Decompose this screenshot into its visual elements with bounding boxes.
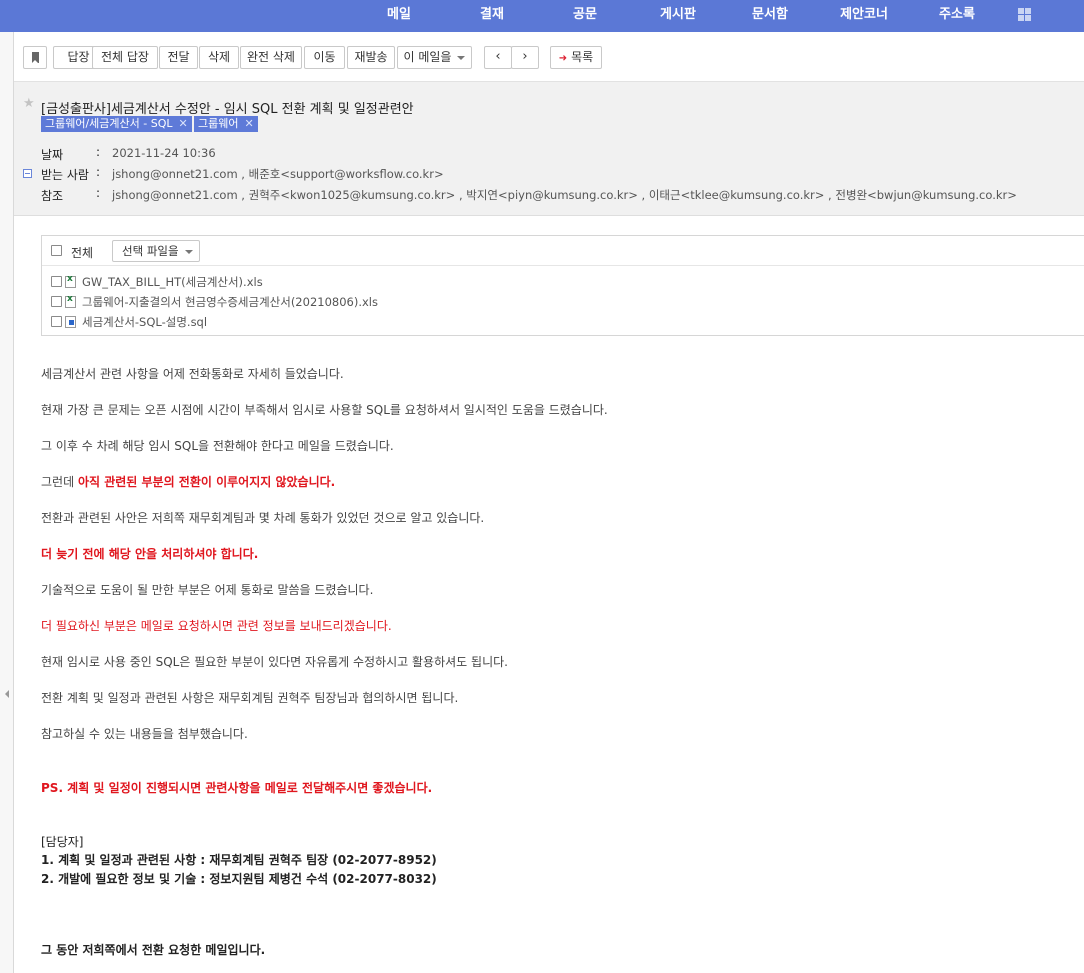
- remove-tag-icon[interactable]: ✕: [244, 117, 253, 130]
- attachment-checkbox[interactable]: [51, 316, 62, 327]
- mail-subject: [금성출판사]세금계산서 수정안 - 임시 SQL 전환 계획 및 일정관련안: [41, 102, 414, 117]
- previous-mail-button[interactable]: ‹: [484, 46, 512, 69]
- mail-date: 2021-11-24 10:36: [112, 146, 216, 160]
- body-paragraph: 세금계산서 관련 사항을 어제 전화통화로 자세히 들었습니다.: [41, 367, 344, 381]
- nav-mail[interactable]: 메일: [387, 0, 411, 32]
- remove-tag-icon[interactable]: ✕: [179, 117, 188, 130]
- expand-left-icon[interactable]: [5, 690, 9, 698]
- cc-label: 참조: [41, 189, 64, 203]
- chevron-down-icon: [184, 249, 193, 254]
- highlighted-text: 아직 관련된 부분의 전환이 이루어지지 않았습니다.: [77, 475, 336, 489]
- excel-file-icon: [65, 274, 76, 288]
- delete-permanently-button[interactable]: 완전 삭제: [240, 46, 302, 69]
- sidebar-collapse-strip[interactable]: [0, 32, 14, 973]
- date-label: 날짜: [41, 148, 64, 162]
- contact-item: 1. 계획 및 일정과 관련된 사항 : 재무회계팀 권혁주 팀장 (02-20…: [41, 853, 437, 867]
- nav-official-docs[interactable]: 공문: [573, 0, 597, 32]
- star-icon[interactable]: ★: [23, 97, 35, 110]
- attachment-checkbox[interactable]: [51, 276, 62, 287]
- attachment-row: 그룹웨어-지출결의서 현금영수증세금계산서(20210806).xls: [42, 294, 642, 314]
- attachment-name[interactable]: GW_TAX_BILL_HT(세금계산서).xls: [82, 274, 263, 290]
- colon-separator: :: [96, 186, 101, 200]
- nav-suggestions[interactable]: 제안코너: [840, 0, 888, 32]
- select-all-label: 전체: [71, 246, 94, 260]
- body-paragraph: 전환 계획 및 일정과 관련된 사항은 재무회계팀 권혁주 팀장님과 협의하시면…: [41, 691, 459, 705]
- nav-address-book[interactable]: 주소록: [939, 0, 975, 32]
- body-paragraph: 기술적으로 도움이 될 만한 부분은 어제 통화로 말씀을 드렸습니다.: [41, 583, 374, 597]
- body-paragraph: 참고하실 수 있는 내용들을 첨부했습니다.: [41, 727, 248, 741]
- forward-button[interactable]: 전달: [159, 46, 198, 69]
- attachment-checkbox[interactable]: [51, 296, 62, 307]
- selected-files-dropdown[interactable]: 선택 파일을: [112, 240, 200, 262]
- attachments-header: 전체 선택 파일을: [42, 236, 1084, 266]
- chevron-right-icon: ›: [522, 49, 528, 64]
- nav-documents[interactable]: 문서함: [752, 0, 788, 32]
- collapse-recipients-icon[interactable]: [23, 169, 32, 178]
- move-button[interactable]: 이동: [304, 46, 345, 69]
- highlighted-paragraph: 더 늦기 전에 해당 안을 처리하셔야 합니다.: [41, 547, 259, 561]
- attachments-panel: 전체 선택 파일을 GW_TAX_BILL_HT(세금계산서).xls 그룹웨어…: [41, 235, 1084, 336]
- resend-button[interactable]: 재발송: [347, 46, 395, 69]
- body-paragraph: 그 이후 수 차례 해당 임시 SQL을 전환해야 한다고 메일을 드렸습니다.: [41, 439, 394, 453]
- colon-separator: :: [96, 145, 101, 159]
- list-button-label: 목록: [571, 50, 594, 64]
- selected-files-dropdown-label: 선택 파일을: [122, 244, 179, 258]
- select-all-checkbox[interactable]: [51, 245, 62, 256]
- next-mail-button[interactable]: ›: [511, 46, 539, 69]
- attachment-row: GW_TAX_BILL_HT(세금계산서).xls: [42, 274, 642, 294]
- excel-file-icon: [65, 294, 76, 308]
- tag-label-text: 그룹웨어/세금계산서 - SQL: [45, 117, 173, 130]
- body-text: 그런데: [41, 475, 78, 489]
- nav-board[interactable]: 게시판: [660, 0, 696, 32]
- body-paragraph: 현재 임시로 사용 중인 SQL은 필요한 부분이 있다면 자유롭게 수정하시고…: [41, 655, 508, 669]
- contact-item: 2. 개발에 필요한 정보 및 기술 : 정보지원팀 제병건 수석 (02-20…: [41, 872, 437, 886]
- bookmark-icon: [32, 52, 39, 63]
- delete-button[interactable]: 삭제: [199, 46, 239, 69]
- this-mail-dropdown[interactable]: 이 메일을: [397, 46, 472, 69]
- arrow-right-icon: ➜: [558, 53, 568, 64]
- top-navigation: 메일 결재 공문 게시판 문서함 제안코너 주소록: [0, 0, 1084, 32]
- contact-title: [담당자]: [41, 835, 84, 849]
- closing-line: 그 동안 저희쪽에서 전환 요청한 메일입니다.: [41, 943, 266, 957]
- list-button[interactable]: ➜ 목록: [550, 46, 602, 69]
- tag-label[interactable]: 그룹웨어/세금계산서 - SQL ✕: [41, 116, 192, 132]
- to-label: 받는 사람: [41, 168, 89, 182]
- cc-recipients[interactable]: jshong@onnet21.com , 권혁주<kwon1025@kumsun…: [112, 187, 1017, 203]
- body-paragraph: 전환과 관련된 사안은 저희쪽 재무회계팀과 몇 차례 통화가 있었던 것으로 …: [41, 511, 485, 525]
- body-paragraph: 그런데 아직 관련된 부분의 전환이 이루어지지 않았습니다.: [41, 473, 335, 490]
- tag-label-text: 그룹웨어: [198, 117, 239, 130]
- mail-toolbar: 답장 전체 답장 전달 삭제 완전 삭제 이동 재발송 이 메일을 ‹ › ➜ 목…: [14, 32, 1084, 82]
- colon-separator: :: [96, 165, 101, 179]
- sql-file-icon: [65, 316, 76, 328]
- attachment-name[interactable]: 그룹웨어-지출결의서 현금영수증세금계산서(20210806).xls: [82, 294, 378, 310]
- reply-all-button[interactable]: 전체 답장: [92, 46, 158, 69]
- chevron-down-icon: [457, 55, 466, 60]
- recipients[interactable]: jshong@onnet21.com , 배준호<support@worksfl…: [112, 166, 444, 182]
- attachment-row: 세금계산서-SQL-설명.sql: [42, 314, 642, 334]
- chevron-left-icon: ‹: [495, 49, 501, 64]
- nav-approval[interactable]: 결재: [480, 0, 504, 32]
- highlighted-paragraph: 더 필요하신 부분은 메일로 요청하시면 관련 정보를 보내드리겠습니다.: [41, 619, 392, 633]
- bookmark-button[interactable]: [23, 46, 47, 69]
- tag-label[interactable]: 그룹웨어 ✕: [194, 116, 258, 132]
- apps-grid-icon[interactable]: [1018, 8, 1031, 21]
- this-mail-dropdown-label: 이 메일을: [403, 50, 452, 64]
- body-paragraph: 현재 가장 큰 문제는 오픈 시점에 시간이 부족해서 임시로 사용할 SQL를…: [41, 403, 608, 417]
- attachment-name[interactable]: 세금계산서-SQL-설명.sql: [82, 314, 207, 330]
- mail-header: ★ [금성출판사]세금계산서 수정안 - 임시 SQL 전환 계획 및 일정관련…: [14, 82, 1084, 216]
- ps-note: PS. 계획 및 일정이 진행되시면 관련사항을 메일로 전달해주시면 좋겠습니…: [41, 781, 433, 795]
